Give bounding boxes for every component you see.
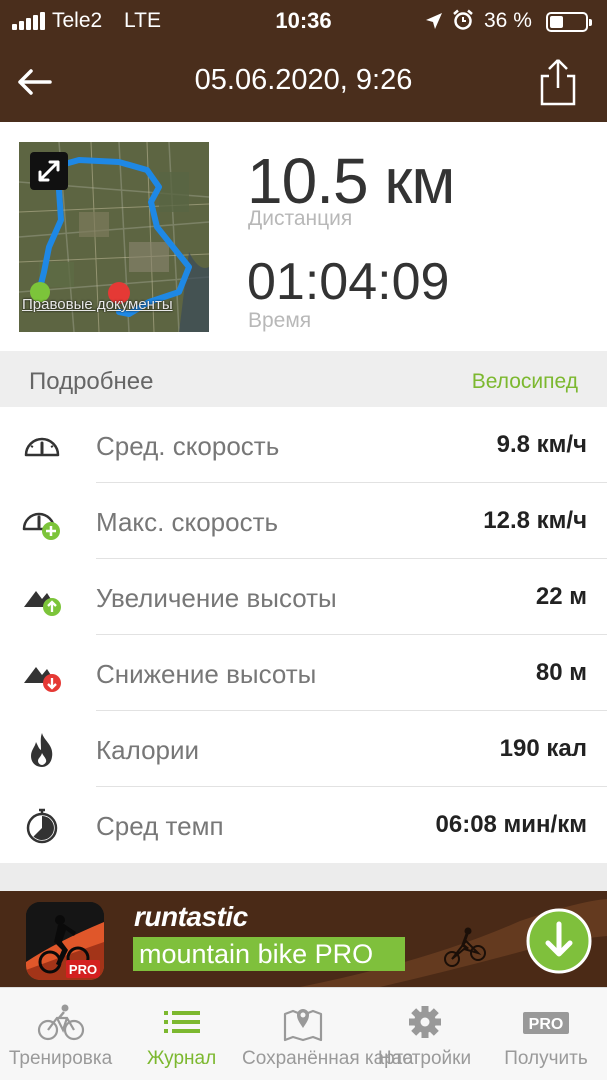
details-title: Подробнее <box>29 368 154 395</box>
tab-label: Получить <box>504 1048 588 1069</box>
tab-journal[interactable]: Журнал <box>121 988 242 1080</box>
tab-label: Настройки <box>377 1048 472 1069</box>
stat-row-avg-pace: Сред темп 06:08 мин/км <box>0 787 607 863</box>
location-arrow-icon <box>426 13 442 29</box>
details-section-header: Подробнее Велосипед <box>0 351 607 407</box>
tab-label: Тренировка <box>8 1048 113 1069</box>
stat-value: 06:08 мин/км <box>435 811 588 838</box>
flame-icon <box>31 733 53 767</box>
stat-value: 80 м <box>535 659 587 686</box>
stat-value: 12.8 км/ч <box>483 507 587 534</box>
mountain-bike-app-icon: PRO <box>26 902 104 980</box>
stat-label: Сред. скорость <box>96 431 280 461</box>
list-icon <box>163 1011 200 1033</box>
stat-value: 9.8 км/ч <box>496 431 587 458</box>
map-pin-icon <box>283 1009 323 1042</box>
pro-badge-text: PRO <box>69 962 97 977</box>
expand-map-icon[interactable] <box>30 152 68 190</box>
distance-label: Дистанция <box>248 207 353 230</box>
sport-type[interactable]: Велосипед <box>472 370 578 394</box>
battery-percent: 36 % <box>484 9 532 32</box>
duration-label: Время <box>248 309 312 332</box>
tab-get-pro[interactable]: PRO Получить <box>485 988 607 1080</box>
tab-workout[interactable]: Тренировка <box>0 988 121 1080</box>
share-icon[interactable] <box>536 56 580 108</box>
elevation-gain-icon <box>24 591 61 616</box>
nav-header: 05.06.2020, 9:26 <box>0 42 607 122</box>
bicycle-icon <box>37 1004 84 1041</box>
tab-label: Сохранённая карта <box>242 1048 414 1069</box>
download-icon[interactable] <box>526 908 592 974</box>
product-name: mountain bike PRO <box>133 937 405 971</box>
speedometer-plus-icon <box>22 512 60 540</box>
app-icon: PRO <box>26 902 104 980</box>
promo-banner[interactable]: PRO runtastic mountain bike PRO <box>0 891 607 987</box>
speedometer-icon <box>24 437 60 457</box>
stat-row-avg-speed: Сред. скорость 9.8 км/ч <box>0 407 607 483</box>
stats-list: Сред. скорость 9.8 км/ч Макс. скорость 1… <box>0 407 607 863</box>
stat-label: Калории <box>96 735 200 765</box>
stat-label: Макс. скорость <box>96 507 279 537</box>
pro-badge-label: PRO <box>529 1016 564 1033</box>
stat-label: Снижение высоты <box>96 659 317 689</box>
pro-badge-icon: PRO <box>523 1012 569 1034</box>
tab-saved-map[interactable]: Сохранённая карта <box>242 988 414 1080</box>
status-bar: Tele2 LTE 10:36 36 % <box>0 0 607 42</box>
stat-value: 190 кал <box>499 735 587 762</box>
stat-row-max-speed: Макс. скорость 12.8 км/ч <box>0 483 607 559</box>
stat-row-elevation-gain: Увеличение высоты 22 м <box>0 559 607 635</box>
page-title: 05.06.2020, 9:26 <box>194 64 413 96</box>
stat-value: 22 м <box>535 583 587 610</box>
tab-settings[interactable]: Настройки <box>364 988 485 1080</box>
bottom-tab-bar: Тренировка Журнал Сохранённая карта Наст… <box>0 987 607 1080</box>
stopwatch-icon <box>26 808 58 844</box>
stat-row-elevation-loss: Снижение высоты 80 м <box>0 635 607 711</box>
alarm-icon <box>453 9 473 30</box>
map-legal-link[interactable]: Правовые документы <box>22 296 208 313</box>
elevation-loss-icon <box>24 667 61 692</box>
stat-label: Сред темп <box>96 811 224 841</box>
gear-icon <box>408 1006 441 1038</box>
stat-row-calories: Калории 190 кал <box>0 711 607 787</box>
brand-logo-text: runtastic <box>134 901 248 932</box>
duration-value: 01:04:09 <box>247 253 450 311</box>
workout-summary: Правовые документы 10.5 км Дистанция 01:… <box>0 122 607 351</box>
stat-label: Увеличение высоты <box>96 583 337 613</box>
tab-label: Журнал <box>146 1048 217 1069</box>
battery-icon <box>546 12 592 32</box>
